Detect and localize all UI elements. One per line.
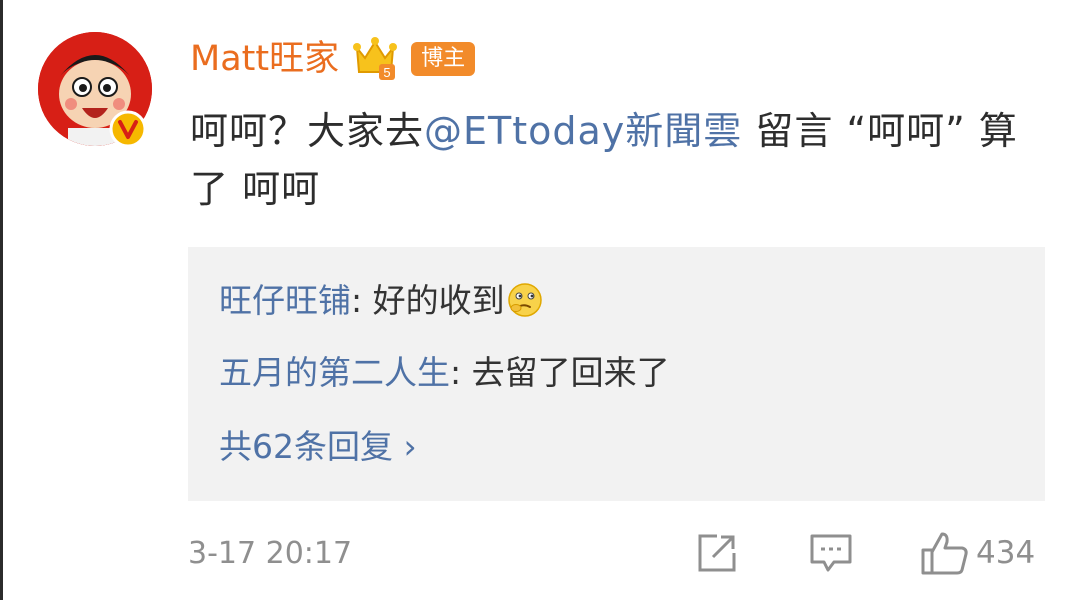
- blogger-badge: 博主: [411, 42, 476, 76]
- like-button[interactable]: 434: [920, 530, 1035, 576]
- comment-icon: [810, 534, 852, 572]
- reply-user[interactable]: 旺仔旺铺: [219, 281, 351, 320]
- reply-item: 旺仔旺铺: 好的收到: [219, 279, 543, 323]
- reply-user[interactable]: 五月的第二人生: [219, 353, 450, 392]
- verified-v-icon: [109, 110, 147, 148]
- svg-text:5: 5: [383, 65, 390, 80]
- reply-item: 五月的第二人生: 去留了回来了: [219, 351, 670, 395]
- reply-text: : 去留了回来了: [450, 353, 670, 392]
- comment-button[interactable]: [808, 530, 854, 576]
- author-name[interactable]: Matt旺家: [190, 34, 339, 84]
- post-text: 呵呵？大家去@ETtoday新聞雲 留言 “呵呵” 算了 呵呵: [190, 102, 1040, 218]
- post-timestamp: 3-17 20:17: [188, 536, 353, 571]
- like-count: 434: [976, 535, 1036, 571]
- share-icon: [698, 534, 736, 572]
- window-left-border: [0, 0, 3, 600]
- author-row: Matt旺家 5 博主: [190, 34, 476, 84]
- share-button[interactable]: [695, 530, 739, 576]
- thumbs-up-icon: [921, 532, 968, 575]
- reply-text: : 好的收到: [351, 281, 505, 320]
- post-text-before: 呵呵？大家去: [190, 109, 425, 153]
- mention-link[interactable]: @ETtoday新聞雲: [424, 109, 742, 153]
- thinking-emoji-icon: [507, 282, 543, 318]
- crown-level-icon: 5: [351, 34, 399, 84]
- more-replies-link[interactable]: 共62条回复 ›: [219, 425, 417, 469]
